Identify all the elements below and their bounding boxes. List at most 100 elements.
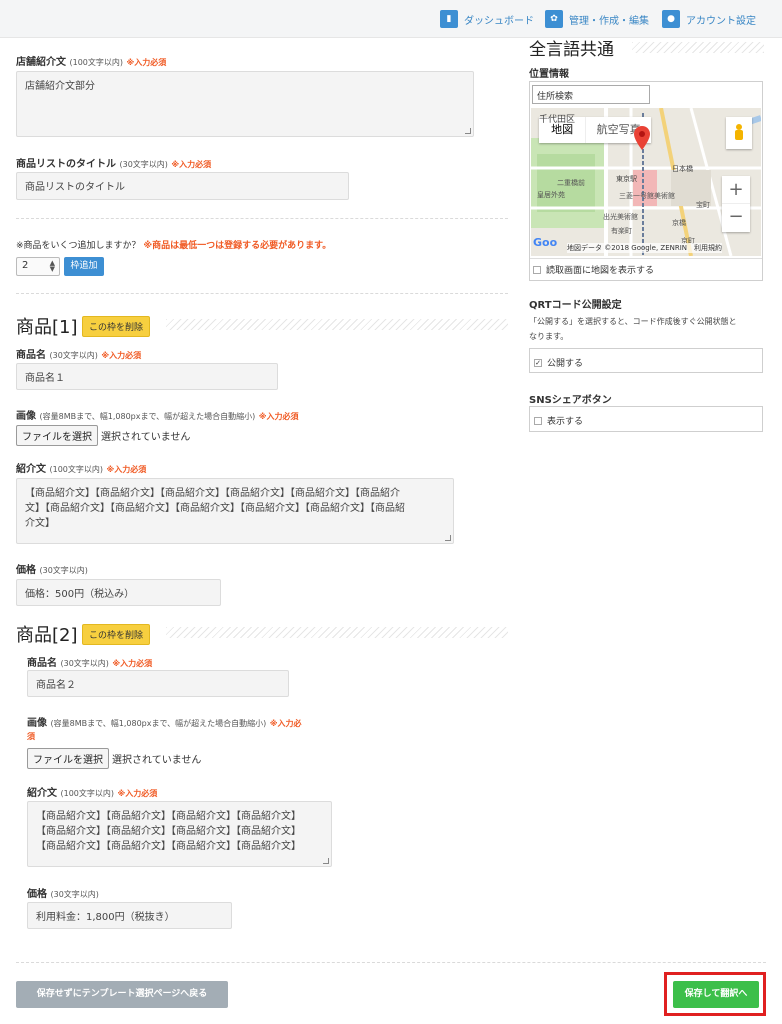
address-search-input[interactable]: 住所検索 [532, 85, 650, 104]
intro-line: 【商品紹介文】【商品紹介文】【商品紹介文】【商品紹介文】 [36, 841, 301, 852]
product-2-price-input[interactable]: 利用料金：1,800円（税抜き） [27, 902, 232, 929]
product-2-price-label: 価格 (30文字以内) [27, 889, 99, 900]
product-list-title-input[interactable]: 商品リストのタイトル [16, 172, 349, 200]
top-navigation-bar: ▮ ダッシュボード ✿ 管理・作成・編集 ● アカウント設定 [0, 0, 782, 38]
map-label: 二重橋前 [557, 179, 585, 187]
show-map-label: 読取画面に地図を表示する [546, 266, 655, 276]
product-count-select[interactable]: 2 ▲ ▼ [16, 257, 60, 276]
resize-handle-icon[interactable] [445, 535, 451, 541]
gear-icon: ✿ [545, 10, 563, 28]
zoom-controls: + − [722, 176, 750, 232]
product-1-intro-textarea[interactable]: 【商品紹介文】【商品紹介文】【商品紹介文】【商品紹介文】【商品紹介文】【商品紹介… [16, 478, 454, 544]
map-label: 出光美術館 [603, 213, 638, 221]
file-button-label: ファイルを選択 [22, 432, 92, 443]
product-2-intro-label: 紹介文 (100文字以内) ※入力必須 [27, 788, 158, 799]
product-1-name-value: 商品名１ [25, 373, 65, 384]
map-label: 三菱一号館美術館 [619, 192, 675, 200]
delete-button-label: この枠を削除 [89, 631, 144, 641]
sns-display-label: 表示する [547, 417, 584, 427]
qrt-publish-checkbox[interactable]: ✓ 公開する [534, 356, 583, 369]
add-frame-button[interactable]: 枠追加 [64, 257, 104, 276]
resize-handle-icon[interactable] [323, 858, 329, 864]
product-2-heading: 商品[2] [16, 625, 78, 646]
zoom-in-icon[interactable]: + [722, 176, 750, 204]
store-intro-label: 店舗紹介文 (100文字以内) ※入力必須 [16, 57, 167, 68]
product-2-file-status: 選択されていません [112, 755, 202, 766]
product-list-title-label: 商品リストのタイトル (30文字以内) ※入力必須 [16, 159, 212, 170]
product-2-name-input[interactable]: 商品名２ [27, 670, 289, 697]
delete-button-label: この枠を削除 [89, 323, 144, 333]
product-1-price-input[interactable]: 価格：500円（税込み） [16, 579, 221, 606]
pegman-icon [735, 124, 743, 140]
street-view-pegman[interactable] [726, 117, 752, 149]
intro-line: 介文】 [25, 518, 55, 529]
qrt-description: 「公開する」を選択すると、コード作成後すぐ公開状態と なります。 [529, 316, 737, 342]
product-count-value: 2 [22, 260, 29, 271]
zoom-out-icon[interactable]: − [722, 204, 750, 232]
qrt-desc-line: 「公開する」を選択すると、コード作成後すぐ公開状態と [529, 317, 737, 326]
product-1-file-button[interactable]: ファイルを選択 [16, 425, 98, 446]
bar-chart-icon: ▮ [440, 10, 458, 28]
nav-dashboard-link[interactable]: ▮ ダッシュボード [440, 10, 534, 28]
back-without-saving-button[interactable]: 保存せずにテンプレート選択ページへ戻る [16, 981, 228, 1008]
product-1-image-label: 画像 (容量8MBまで、幅1,080pxまで、幅が超えた場合自動縮小) ※入力必… [16, 411, 299, 422]
checkbox-checked-icon: ✓ [534, 358, 542, 367]
map-view[interactable]: 地図 航空写真 千代田区 二重橋前 皇居外苑 東京駅 日本橋 三菱一号館美術館 … [531, 108, 761, 256]
product-list-title-value: 商品リストのタイトル [25, 182, 125, 193]
sns-panel: 表示する [529, 406, 763, 432]
add-frame-button-label: 枠追加 [70, 261, 98, 271]
nav-account-label: アカウント設定 [686, 15, 756, 27]
divider [16, 218, 508, 219]
intro-line: 【商品紹介文】【商品紹介文】【商品紹介文】【商品紹介文】【商品紹介文】【商品紹介 [25, 488, 400, 499]
map-label: 千代田区 [539, 115, 576, 125]
checkbox-icon [534, 416, 542, 425]
product-2-price-value: 利用料金：1,800円（税抜き） [36, 912, 175, 923]
divider [16, 293, 508, 294]
location-label: 位置情報 [529, 69, 569, 80]
qrt-desc-line: なります。 [529, 332, 569, 341]
product-1-delete-button[interactable]: この枠を削除 [82, 316, 151, 337]
intro-line: 文】【商品紹介文】【商品紹介文】【商品紹介文】【商品紹介文】【商品紹介文】【商品… [25, 503, 405, 514]
product-2-delete-button[interactable]: この枠を削除 [82, 624, 151, 645]
nav-manage-label: 管理・作成・編集 [569, 15, 649, 27]
show-map-checkbox[interactable]: 読取画面に地図を表示する [533, 263, 654, 276]
nav-account-link[interactable]: ● アカウント設定 [662, 10, 756, 28]
product-2-file-button[interactable]: ファイルを選択 [27, 748, 109, 769]
map-label: 宝町 [696, 201, 710, 209]
product-1-price-value: 価格：500円（税込み） [25, 589, 135, 600]
store-intro-textarea[interactable]: 店舗紹介文部分 [16, 71, 474, 137]
sns-display-checkbox[interactable]: 表示する [534, 414, 583, 427]
map-label: 日本橋 [672, 165, 693, 173]
resize-handle-icon[interactable] [465, 128, 471, 134]
file-button-label: ファイルを選択 [33, 755, 103, 766]
nav-dashboard-label: ダッシュボード [464, 15, 534, 27]
user-icon: ● [662, 10, 680, 28]
product-2-name-value: 商品名２ [36, 680, 76, 691]
location-panel: 住所検索 地図 航空写真 千代田区 二重橋前 皇居外苑 東京駅 日本橋 三菱一号… [529, 81, 763, 281]
product-2-intro-textarea[interactable]: 【商品紹介文】【商品紹介文】【商品紹介文】【商品紹介文】 【商品紹介文】【商品紹… [27, 801, 332, 867]
address-search-value: 住所検索 [537, 92, 574, 102]
qrt-panel: ✓ 公開する [529, 348, 763, 373]
product-1-name-input[interactable]: 商品名１ [16, 363, 278, 390]
save-and-translate-button[interactable]: 保存して翻訳へ [673, 981, 759, 1008]
product-1-intro-label: 紹介文 (100文字以内) ※入力必須 [16, 464, 147, 475]
footer-divider [16, 962, 766, 963]
intro-line: 【商品紹介文】【商品紹介文】【商品紹介文】【商品紹介文】 [36, 811, 301, 822]
checkbox-icon [533, 265, 541, 274]
product-2-image-required-wrap: 須 [27, 732, 35, 741]
nav-manage-link[interactable]: ✿ 管理・作成・編集 [545, 10, 649, 28]
map-attribution: 地図データ ©2018 Google, ZENRIN 利用規約 [567, 243, 723, 253]
map-label: 京橋 [672, 219, 686, 227]
stepper-arrows-icon: ▲ ▼ [49, 259, 55, 273]
map-label: 皇居外苑 [537, 191, 565, 199]
store-intro-value: 店舗紹介文部分 [25, 81, 95, 92]
back-button-label: 保存せずにテンプレート選択ページへ戻る [36, 989, 208, 999]
sns-label: SNSシェアボタン [529, 395, 612, 406]
panel-divider [530, 258, 762, 259]
qrt-label: QRTコード公開設定 [529, 300, 622, 311]
add-products-question: ※商品をいくつ追加しますか？ ※商品は最低一つは登録する必要があります。 [16, 241, 332, 251]
heading-decoration [632, 42, 764, 53]
heading-decoration [166, 319, 508, 330]
google-logo: Goo [533, 236, 558, 249]
product-2-image-label: 画像 (容量8MBまで、幅1,080pxまで、幅が超えた場合自動縮小) ※入力必 [27, 718, 302, 729]
